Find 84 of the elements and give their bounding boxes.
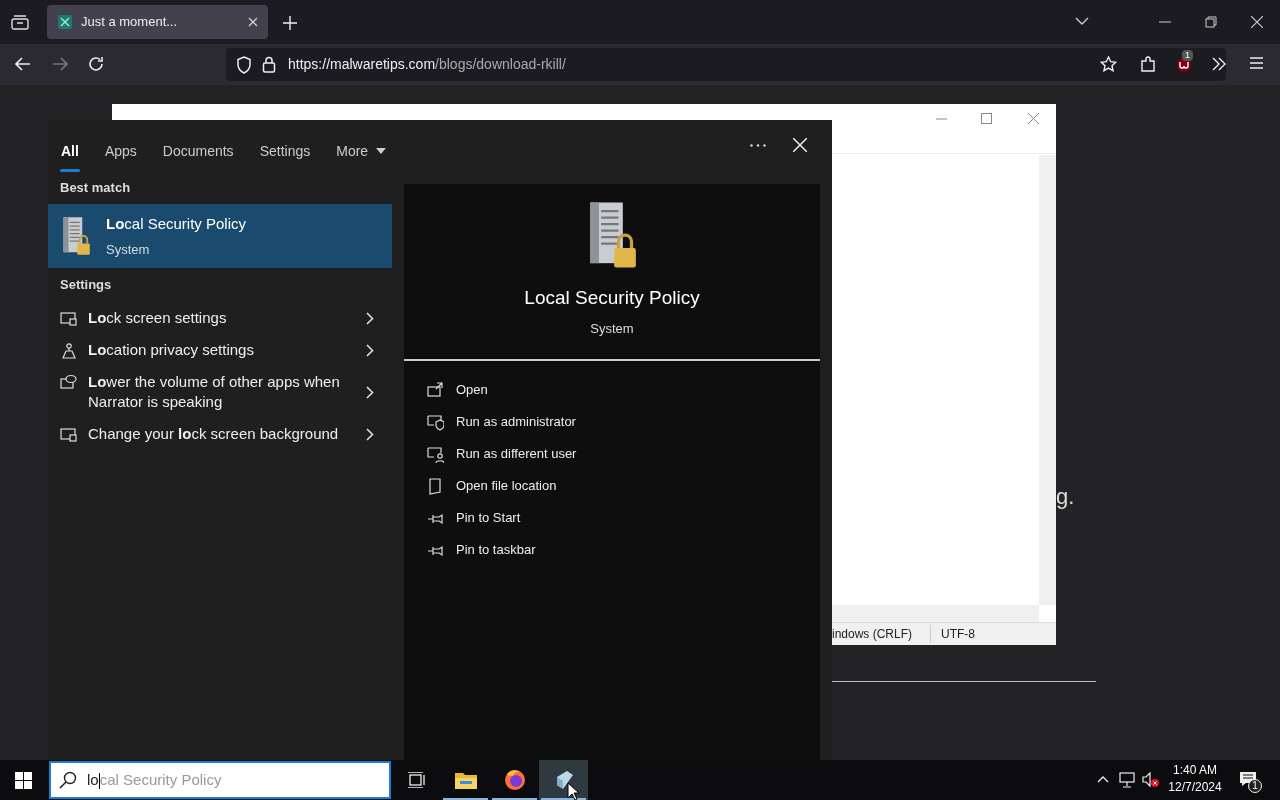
action-item[interactable]: Pin to taskbar	[404, 534, 577, 566]
menu-icon[interactable]	[1250, 57, 1263, 69]
action-label: Pin to Start	[456, 509, 521, 528]
close-icon[interactable]	[1251, 16, 1263, 28]
best-match-result[interactable]: Local Security Policy System	[48, 204, 392, 268]
chevron-right-icon[interactable]	[366, 311, 374, 325]
status-text: indows (CRLF)	[832, 626, 913, 643]
browser-tab[interactable]: Just a moment...	[47, 5, 268, 39]
clock-date[interactable]: 12/7/2024	[1168, 779, 1222, 796]
action-label: Run as different user	[456, 445, 577, 464]
monitor-speech-icon	[60, 374, 77, 391]
settings-result[interactable]: Lock screen settings	[48, 302, 392, 334]
section-heading: Settings	[59, 276, 113, 295]
monitor-lock-icon	[60, 426, 77, 443]
result-label: Lower the volume of other apps when Narrator is speaking	[88, 372, 341, 412]
back-icon[interactable]	[15, 57, 31, 71]
filter-tab[interactable]: More	[323, 130, 400, 172]
action-label: Open file location	[456, 477, 557, 496]
tab-list-icon[interactable]	[11, 14, 29, 30]
shield-monitor-icon	[427, 413, 444, 431]
forward-icon[interactable]	[52, 57, 68, 71]
search-text: local Security Policy	[87, 769, 222, 791]
chevron-down-icon[interactable]	[1075, 17, 1089, 26]
page-text: g.	[1056, 483, 1075, 511]
shield-icon[interactable]	[236, 55, 252, 74]
muted-speaker-icon[interactable]	[1142, 772, 1160, 788]
result-subtitle: System	[106, 241, 151, 259]
app-title: Local Security Policy	[524, 286, 700, 310]
network-icon[interactable]	[1119, 772, 1135, 788]
reload-icon[interactable]	[88, 56, 104, 72]
app-subtitle: System	[590, 319, 634, 338]
monitor-lock-icon	[60, 310, 77, 327]
filter-tab[interactable]: Apps	[91, 130, 150, 172]
search-icon	[59, 771, 77, 789]
open-icon	[427, 381, 444, 399]
restore-icon[interactable]	[1205, 16, 1217, 28]
tab-title: Just a moment...	[81, 13, 179, 32]
maximize-icon[interactable]	[981, 113, 992, 124]
status-text: UTF-8	[941, 626, 975, 643]
taskbar-app[interactable]	[539, 760, 588, 800]
overflow-chevrons-icon[interactable]	[1212, 57, 1226, 71]
caret-icon	[376, 148, 387, 154]
action-item[interactable]: Open	[404, 374, 577, 406]
chevron-right-icon[interactable]	[366, 427, 374, 441]
search-field[interactable]: local Security Policy	[49, 761, 391, 799]
action-label: Run as administrator	[456, 413, 576, 432]
settings-result[interactable]: Location privacy settings	[48, 334, 392, 366]
result-title: Local Security Policy	[106, 213, 247, 234]
filter-tab[interactable]: Settings	[246, 130, 324, 172]
action-item[interactable]: Open file location	[404, 470, 577, 502]
scrollbar[interactable]	[832, 605, 1039, 622]
more-options-icon[interactable]	[750, 144, 766, 147]
action-item[interactable]: Run as different user	[404, 438, 577, 470]
new-tab-icon[interactable]	[283, 16, 297, 30]
settings-result[interactable]: Lower the volume of other apps when Narrator is speaking	[48, 366, 392, 418]
chevron-right-icon[interactable]	[366, 343, 374, 357]
windows-start-icon[interactable]	[15, 772, 32, 789]
user-monitor-icon	[427, 445, 444, 463]
site-icon	[57, 14, 73, 30]
cursor-icon	[567, 782, 579, 800]
action-item[interactable]: Run as administrator	[404, 406, 577, 438]
section-heading: Best match	[59, 179, 132, 198]
chevron-right-icon[interactable]	[366, 385, 374, 399]
bookmark-star-icon[interactable]	[1100, 56, 1117, 72]
clock-time[interactable]: 1:40 AM	[1173, 762, 1217, 779]
action-label: Open	[456, 381, 488, 400]
result-label: Change your lock screen background	[88, 424, 340, 444]
action-item[interactable]: Pin to Start	[404, 502, 577, 534]
filter-tab[interactable]: Documents	[149, 130, 247, 172]
scrollbar[interactable]	[1039, 155, 1056, 605]
task-view-icon	[407, 772, 426, 788]
folder-icon	[427, 477, 444, 495]
action-label: Pin to taskbar	[456, 541, 536, 560]
settings-result[interactable]: Change your lock screen background	[48, 418, 392, 450]
person-icon	[60, 342, 77, 359]
filter-tab[interactable]: All	[48, 130, 92, 172]
result-label: Location privacy settings	[88, 340, 255, 360]
result-label: Lock screen settings	[88, 308, 228, 328]
extension-badge: 1	[1182, 50, 1193, 61]
chevron-up-icon[interactable]	[1097, 776, 1109, 783]
lock-icon[interactable]	[262, 56, 276, 73]
url-text: https://malwaretips.com/blogs/download-rkill/	[288, 55, 566, 74]
close-icon[interactable]	[248, 17, 258, 27]
fox-globe-icon	[503, 769, 526, 791]
